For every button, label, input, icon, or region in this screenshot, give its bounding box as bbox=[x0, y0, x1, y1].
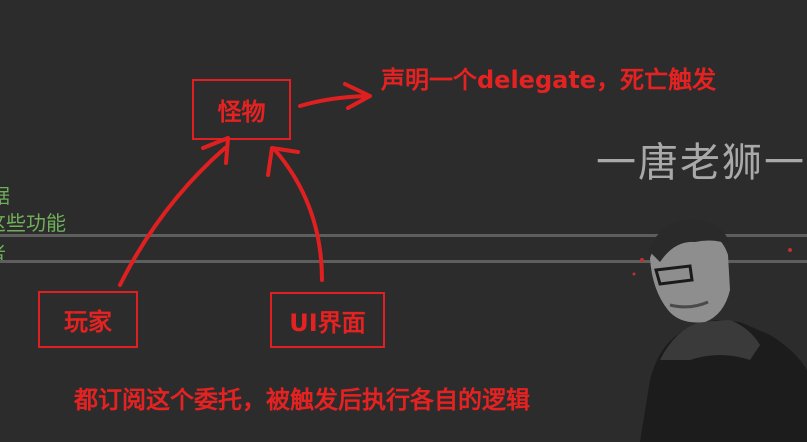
node-ui: UI界面 bbox=[270, 292, 385, 348]
diagram-canvas: 据 这些功能 者 一唐老狮一 怪物 玩家 UI界面 声明一个delegate，死… bbox=[0, 0, 807, 442]
node-player: 玩家 bbox=[38, 291, 138, 348]
note-declare-delegate: 声明一个delegate，死亡触发 bbox=[381, 66, 717, 94]
node-monster: 怪物 bbox=[192, 79, 291, 140]
note-subscribe-delegate: 都订阅这个委托，被触发后执行各自的逻辑 bbox=[74, 386, 530, 414]
arrow-ui-to-monster bbox=[273, 148, 324, 282]
arrow-player-to-monster bbox=[118, 146, 227, 287]
